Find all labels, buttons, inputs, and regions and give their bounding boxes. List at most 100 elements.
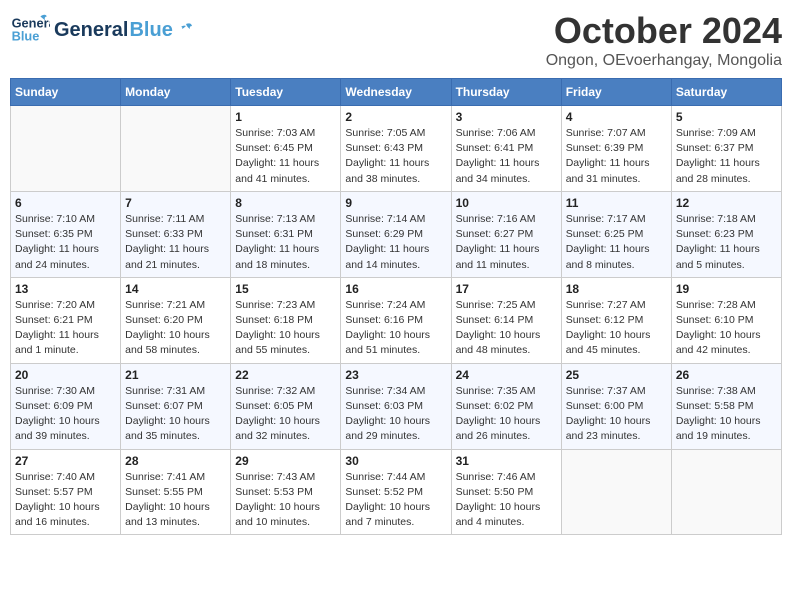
day-number: 10 (456, 196, 557, 210)
day-info: Sunrise: 7:31 AM Sunset: 6:07 PM Dayligh… (125, 384, 226, 445)
calendar-cell: 23 Sunrise: 7:34 AM Sunset: 6:03 PM Dayli… (341, 363, 451, 449)
day-info: Sunrise: 7:06 AM Sunset: 6:41 PM Dayligh… (456, 126, 557, 187)
location-subtitle: Ongon, OEvoerhangay, Mongolia (546, 52, 782, 70)
day-number: 3 (456, 110, 557, 124)
day-number: 14 (125, 282, 226, 296)
day-info: Sunrise: 7:09 AM Sunset: 6:37 PM Dayligh… (676, 126, 777, 187)
logo: General Blue General Blue (10, 10, 194, 50)
calendar-cell: 1 Sunrise: 7:03 AM Sunset: 6:45 PM Daylig… (231, 106, 341, 192)
calendar-cell: 9Sunrise: 7:14 AM Sunset: 6:29 PM Daylig… (341, 191, 451, 277)
calendar-cell: 10 Sunrise: 7:16 AM Sunset: 6:27 PM Dayli… (451, 191, 561, 277)
day-number: 5 (676, 110, 777, 124)
col-header-wednesday: Wednesday (341, 79, 451, 106)
col-header-thursday: Thursday (451, 79, 561, 106)
col-header-sunday: Sunday (11, 79, 121, 106)
day-number: 30 (345, 454, 446, 468)
page-header: General Blue General Blue October 2024 O… (10, 10, 782, 70)
calendar-body: 1 Sunrise: 7:03 AM Sunset: 6:45 PM Daylig… (11, 106, 782, 535)
day-number: 19 (676, 282, 777, 296)
calendar-cell: 21Sunrise: 7:31 AM Sunset: 6:07 PM Dayli… (121, 363, 231, 449)
day-info: Sunrise: 7:25 AM Sunset: 6:14 PM Dayligh… (456, 298, 557, 359)
day-info: Sunrise: 7:11 AM Sunset: 6:33 PM Dayligh… (125, 212, 226, 273)
calendar-cell (121, 106, 231, 192)
calendar-cell: 27Sunrise: 7:40 AM Sunset: 5:57 PM Dayli… (11, 449, 121, 535)
day-info: Sunrise: 7:23 AM Sunset: 6:18 PM Dayligh… (235, 298, 336, 359)
calendar-header-row: SundayMondayTuesdayWednesdayThursdayFrid… (11, 79, 782, 106)
day-info: Sunrise: 7:30 AM Sunset: 6:09 PM Dayligh… (15, 384, 116, 445)
day-number: 2 (345, 110, 446, 124)
day-info: Sunrise: 7:32 AM Sunset: 6:05 PM Dayligh… (235, 384, 336, 445)
col-header-monday: Monday (121, 79, 231, 106)
day-number: 6 (15, 196, 116, 210)
calendar-cell: 12Sunrise: 7:18 AM Sunset: 6:23 PM Dayli… (671, 191, 781, 277)
calendar-cell: 31 Sunrise: 7:46 AM Sunset: 5:50 PM Dayli… (451, 449, 561, 535)
day-number: 25 (566, 368, 667, 382)
calendar-week-row: 20 Sunrise: 7:30 AM Sunset: 6:09 PM Dayli… (11, 363, 782, 449)
day-number: 18 (566, 282, 667, 296)
calendar-week-row: 6 Sunrise: 7:10 AM Sunset: 6:35 PM Daylig… (11, 191, 782, 277)
col-header-tuesday: Tuesday (231, 79, 341, 106)
calendar-cell: 15 Sunrise: 7:23 AM Sunset: 6:18 PM Dayli… (231, 277, 341, 363)
day-number: 7 (125, 196, 226, 210)
calendar-cell (671, 449, 781, 535)
calendar-cell: 29 Sunrise: 7:43 AM Sunset: 5:53 PM Dayli… (231, 449, 341, 535)
day-info: Sunrise: 7:13 AM Sunset: 6:31 PM Dayligh… (235, 212, 336, 273)
calendar-week-row: 27Sunrise: 7:40 AM Sunset: 5:57 PM Dayli… (11, 449, 782, 535)
day-info: Sunrise: 7:34 AM Sunset: 6:03 PM Dayligh… (345, 384, 446, 445)
calendar-cell: 2 Sunrise: 7:05 AM Sunset: 6:43 PM Daylig… (341, 106, 451, 192)
logo-bird-icon (176, 22, 194, 36)
day-info: Sunrise: 7:40 AM Sunset: 5:57 PM Dayligh… (15, 470, 116, 531)
calendar-cell: 16Sunrise: 7:24 AM Sunset: 6:16 PM Dayli… (341, 277, 451, 363)
day-info: Sunrise: 7:17 AM Sunset: 6:25 PM Dayligh… (566, 212, 667, 273)
calendar-cell: 8 Sunrise: 7:13 AM Sunset: 6:31 PM Daylig… (231, 191, 341, 277)
day-info: Sunrise: 7:46 AM Sunset: 5:50 PM Dayligh… (456, 470, 557, 531)
day-number: 28 (125, 454, 226, 468)
day-info: Sunrise: 7:44 AM Sunset: 5:52 PM Dayligh… (345, 470, 446, 531)
calendar-cell: 20 Sunrise: 7:30 AM Sunset: 6:09 PM Dayli… (11, 363, 121, 449)
day-number: 17 (456, 282, 557, 296)
logo-icon: General Blue (10, 10, 50, 50)
day-info: Sunrise: 7:18 AM Sunset: 6:23 PM Dayligh… (676, 212, 777, 273)
calendar-cell: 26Sunrise: 7:38 AM Sunset: 5:58 PM Dayli… (671, 363, 781, 449)
day-info: Sunrise: 7:27 AM Sunset: 6:12 PM Dayligh… (566, 298, 667, 359)
day-number: 1 (235, 110, 336, 124)
col-header-saturday: Saturday (671, 79, 781, 106)
title-area: October 2024 Ongon, OEvoerhangay, Mongol… (546, 10, 782, 70)
day-info: Sunrise: 7:41 AM Sunset: 5:55 PM Dayligh… (125, 470, 226, 531)
calendar-cell: 3 Sunrise: 7:06 AM Sunset: 6:41 PM Daylig… (451, 106, 561, 192)
day-number: 22 (235, 368, 336, 382)
day-number: 20 (15, 368, 116, 382)
svg-text:Blue: Blue (12, 28, 40, 43)
day-number: 26 (676, 368, 777, 382)
calendar-cell (11, 106, 121, 192)
day-info: Sunrise: 7:24 AM Sunset: 6:16 PM Dayligh… (345, 298, 446, 359)
logo-blue: Blue (129, 19, 172, 42)
day-number: 8 (235, 196, 336, 210)
day-number: 15 (235, 282, 336, 296)
calendar-cell: 4Sunrise: 7:07 AM Sunset: 6:39 PM Daylig… (561, 106, 671, 192)
calendar-cell: 22 Sunrise: 7:32 AM Sunset: 6:05 PM Dayli… (231, 363, 341, 449)
calendar-cell: 13Sunrise: 7:20 AM Sunset: 6:21 PM Dayli… (11, 277, 121, 363)
calendar-cell: 24Sunrise: 7:35 AM Sunset: 6:02 PM Dayli… (451, 363, 561, 449)
calendar-cell: 25Sunrise: 7:37 AM Sunset: 6:00 PM Dayli… (561, 363, 671, 449)
day-info: Sunrise: 7:10 AM Sunset: 6:35 PM Dayligh… (15, 212, 116, 273)
day-info: Sunrise: 7:03 AM Sunset: 6:45 PM Dayligh… (235, 126, 336, 187)
calendar-cell: 6 Sunrise: 7:10 AM Sunset: 6:35 PM Daylig… (11, 191, 121, 277)
day-number: 11 (566, 196, 667, 210)
day-info: Sunrise: 7:43 AM Sunset: 5:53 PM Dayligh… (235, 470, 336, 531)
day-info: Sunrise: 7:20 AM Sunset: 6:21 PM Dayligh… (15, 298, 116, 359)
day-number: 23 (345, 368, 446, 382)
calendar-cell: 7 Sunrise: 7:11 AM Sunset: 6:33 PM Daylig… (121, 191, 231, 277)
day-info: Sunrise: 7:16 AM Sunset: 6:27 PM Dayligh… (456, 212, 557, 273)
day-number: 9 (345, 196, 446, 210)
month-title: October 2024 (546, 10, 782, 52)
day-number: 29 (235, 454, 336, 468)
day-info: Sunrise: 7:05 AM Sunset: 6:43 PM Dayligh… (345, 126, 446, 187)
calendar-cell: 5 Sunrise: 7:09 AM Sunset: 6:37 PM Daylig… (671, 106, 781, 192)
calendar-table: SundayMondayTuesdayWednesdayThursdayFrid… (10, 78, 782, 535)
calendar-cell: 14 Sunrise: 7:21 AM Sunset: 6:20 PM Dayli… (121, 277, 231, 363)
day-number: 31 (456, 454, 557, 468)
day-info: Sunrise: 7:28 AM Sunset: 6:10 PM Dayligh… (676, 298, 777, 359)
day-info: Sunrise: 7:21 AM Sunset: 6:20 PM Dayligh… (125, 298, 226, 359)
logo-general: General (54, 19, 128, 42)
